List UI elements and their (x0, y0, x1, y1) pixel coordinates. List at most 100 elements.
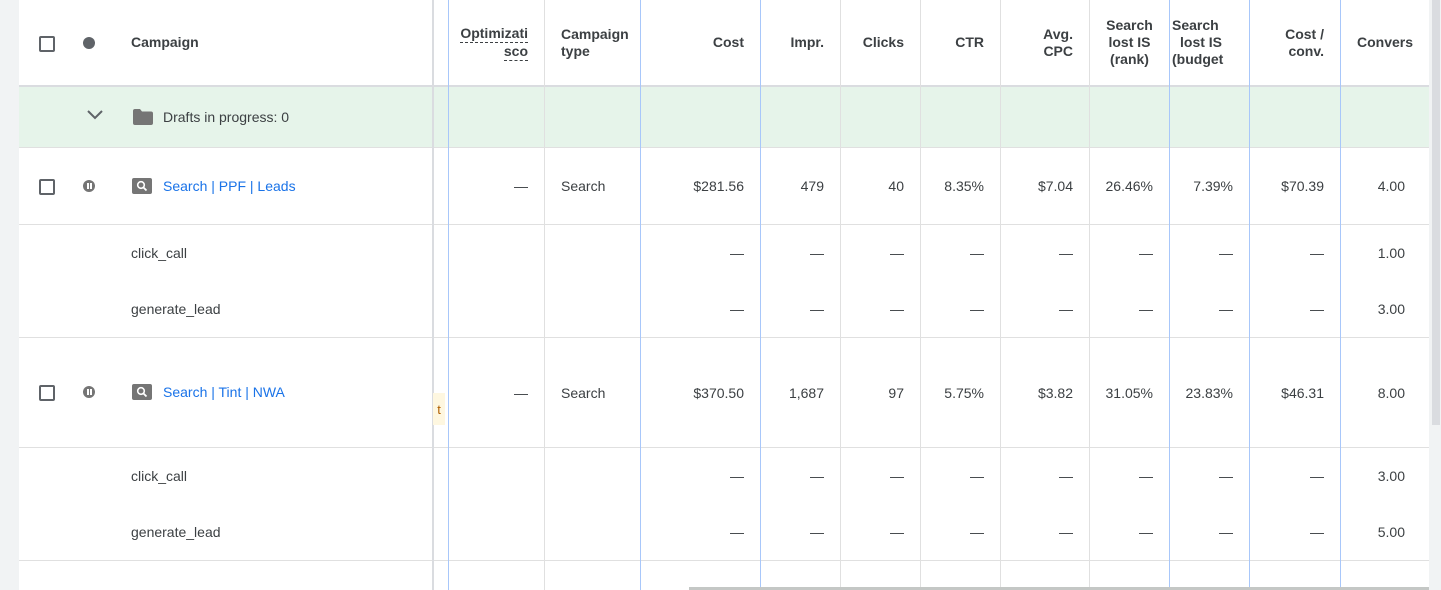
lost-is-budget-value: — (1219, 301, 1233, 317)
conversion-action-name: generate_lead (131, 524, 221, 540)
conversions-value: 1.00 (1377, 245, 1405, 261)
conversion-action-row: click_call — — — — — — — — 3.00 (19, 448, 1429, 504)
clicks-value: — (890, 524, 904, 540)
cost-value: — (730, 301, 744, 317)
lost-is-budget-value: — (1219, 524, 1233, 540)
header-avg-cpc[interactable]: Avg. CPC (1001, 0, 1073, 85)
cost-per-conv-value: $46.31 (1281, 384, 1324, 401)
lost-is-budget-value: 7.39% (1193, 178, 1233, 194)
lost-is-budget-value: — (1219, 468, 1233, 484)
conversion-action-name: click_call (131, 468, 188, 484)
conversions-value: 3.00 (1377, 301, 1405, 317)
ctr-value: 5.75% (944, 384, 984, 401)
cost-per-conv-value: — (1310, 524, 1324, 540)
cost-value: — (730, 468, 744, 484)
conversion-action-name: click_call (131, 245, 188, 261)
ctr-value: 8.35% (944, 178, 984, 194)
avg-cpc-value: — (1059, 468, 1073, 484)
cost-per-conv-value: — (1310, 301, 1324, 317)
cost-per-conv-value: — (1310, 245, 1324, 261)
header-optimization-score[interactable]: Optimizati sco (449, 0, 528, 85)
campaign-name-link[interactable]: Search | PPF | Leads (163, 178, 296, 194)
optimization-score-value: — (514, 384, 528, 401)
cost-value: $370.50 (693, 384, 744, 401)
campaign-type-value: Search (561, 384, 606, 401)
search-campaign-icon (132, 178, 152, 194)
conversions-value: 3.00 (1377, 468, 1405, 484)
conversions-value: 5.00 (1377, 524, 1405, 540)
paused-status-icon[interactable] (83, 386, 95, 398)
clicks-value: 97 (888, 384, 904, 401)
warning-chip[interactable]: t (433, 393, 445, 425)
campaign-row[interactable]: Search | Tint | NWA t — Search $370.50 1… (19, 338, 1429, 447)
impressions-value: 479 (800, 178, 824, 194)
header-row: Campaign Optimizati sco Campaign type Co… (19, 0, 1429, 85)
avg-cpc-value: — (1059, 301, 1073, 317)
cost-per-conv-value: $70.39 (1281, 178, 1324, 194)
conversion-action-row: generate_lead — — — — — — — — 5.00 (19, 504, 1429, 560)
lost-is-rank-value: — (1139, 468, 1153, 484)
status-header-icon[interactable] (83, 37, 95, 49)
impressions-value: — (810, 301, 824, 317)
lost-is-rank-value: — (1139, 524, 1153, 540)
folder-icon (132, 108, 154, 126)
campaign-name-link[interactable]: Search | Tint | NWA (163, 384, 285, 400)
avg-cpc-value: — (1059, 245, 1073, 261)
clicks-value: 40 (888, 178, 904, 194)
header-conversions[interactable]: Convers (1357, 0, 1429, 85)
ctr-value: — (970, 301, 984, 317)
lost-is-budget-value: 23.83% (1185, 384, 1233, 401)
campaign-row[interactable]: Search | PPF | Leads — Search $281.56 47… (19, 148, 1429, 224)
header-ctr[interactable]: CTR (921, 0, 984, 85)
chevron-down-icon[interactable] (86, 108, 104, 122)
conversion-action-name: generate_lead (131, 301, 221, 317)
impressions-value: 1,687 (788, 384, 824, 401)
header-search-lost-is-budget[interactable]: Search lost IS (budget (1170, 0, 1234, 85)
avg-cpc-value: $7.04 (1037, 178, 1073, 194)
lost-is-rank-value: 31.05% (1105, 384, 1153, 401)
ctr-value: — (970, 245, 984, 261)
impressions-value: — (810, 468, 824, 484)
header-cost-per-conv[interactable]: Cost / conv. (1250, 0, 1324, 85)
avg-cpc-value: $3.82 (1037, 384, 1073, 401)
conversions-value: 8.00 (1377, 384, 1405, 401)
ctr-value: — (970, 524, 984, 540)
header-impressions[interactable]: Impr. (761, 0, 824, 85)
lost-is-rank-value: — (1139, 301, 1153, 317)
header-campaign[interactable]: Campaign (131, 0, 199, 85)
campaign-checkbox[interactable] (39, 385, 55, 401)
optimization-score-value: — (514, 178, 528, 194)
cost-value: — (730, 524, 744, 540)
avg-cpc-value: — (1059, 524, 1073, 540)
select-all-checkbox[interactable] (39, 36, 55, 52)
lost-is-rank-value: 26.46% (1105, 178, 1153, 194)
search-campaign-icon (132, 384, 152, 400)
header-cost[interactable]: Cost (641, 0, 744, 85)
clicks-value: — (890, 468, 904, 484)
impressions-value: — (810, 524, 824, 540)
lost-is-rank-value: — (1139, 245, 1153, 261)
cost-value: $281.56 (693, 178, 744, 194)
campaign-checkbox[interactable] (39, 179, 55, 195)
row-divider (19, 560, 1429, 561)
ctr-value: — (970, 468, 984, 484)
header-divider (19, 85, 1429, 87)
cost-per-conv-value: — (1310, 468, 1324, 484)
conversion-action-row: click_call — — — — — — — — 1.00 (19, 225, 1429, 281)
conversion-action-row: generate_lead — — — — — — — — 3.00 (19, 281, 1429, 337)
vertical-scrollbar-thumb[interactable] (1432, 0, 1440, 425)
header-campaign-type[interactable]: Campaign type (561, 0, 629, 85)
vertical-scrollbar[interactable] (1432, 0, 1441, 590)
header-clicks[interactable]: Clicks (841, 0, 904, 85)
header-search-lost-is-rank[interactable]: Search lost IS (rank) (1090, 0, 1169, 85)
paused-status-icon[interactable] (83, 180, 95, 192)
cost-value: — (730, 245, 744, 261)
conversions-value: 4.00 (1377, 178, 1405, 194)
campaigns-table: Campaign Optimizati sco Campaign type Co… (19, 0, 1429, 590)
campaign-type-value: Search (561, 178, 606, 194)
lost-is-budget-value: — (1219, 245, 1233, 261)
clicks-value: — (890, 245, 904, 261)
clicks-value: — (890, 301, 904, 317)
drafts-label[interactable]: Drafts in progress: 0 (163, 109, 289, 125)
impressions-value: — (810, 245, 824, 261)
